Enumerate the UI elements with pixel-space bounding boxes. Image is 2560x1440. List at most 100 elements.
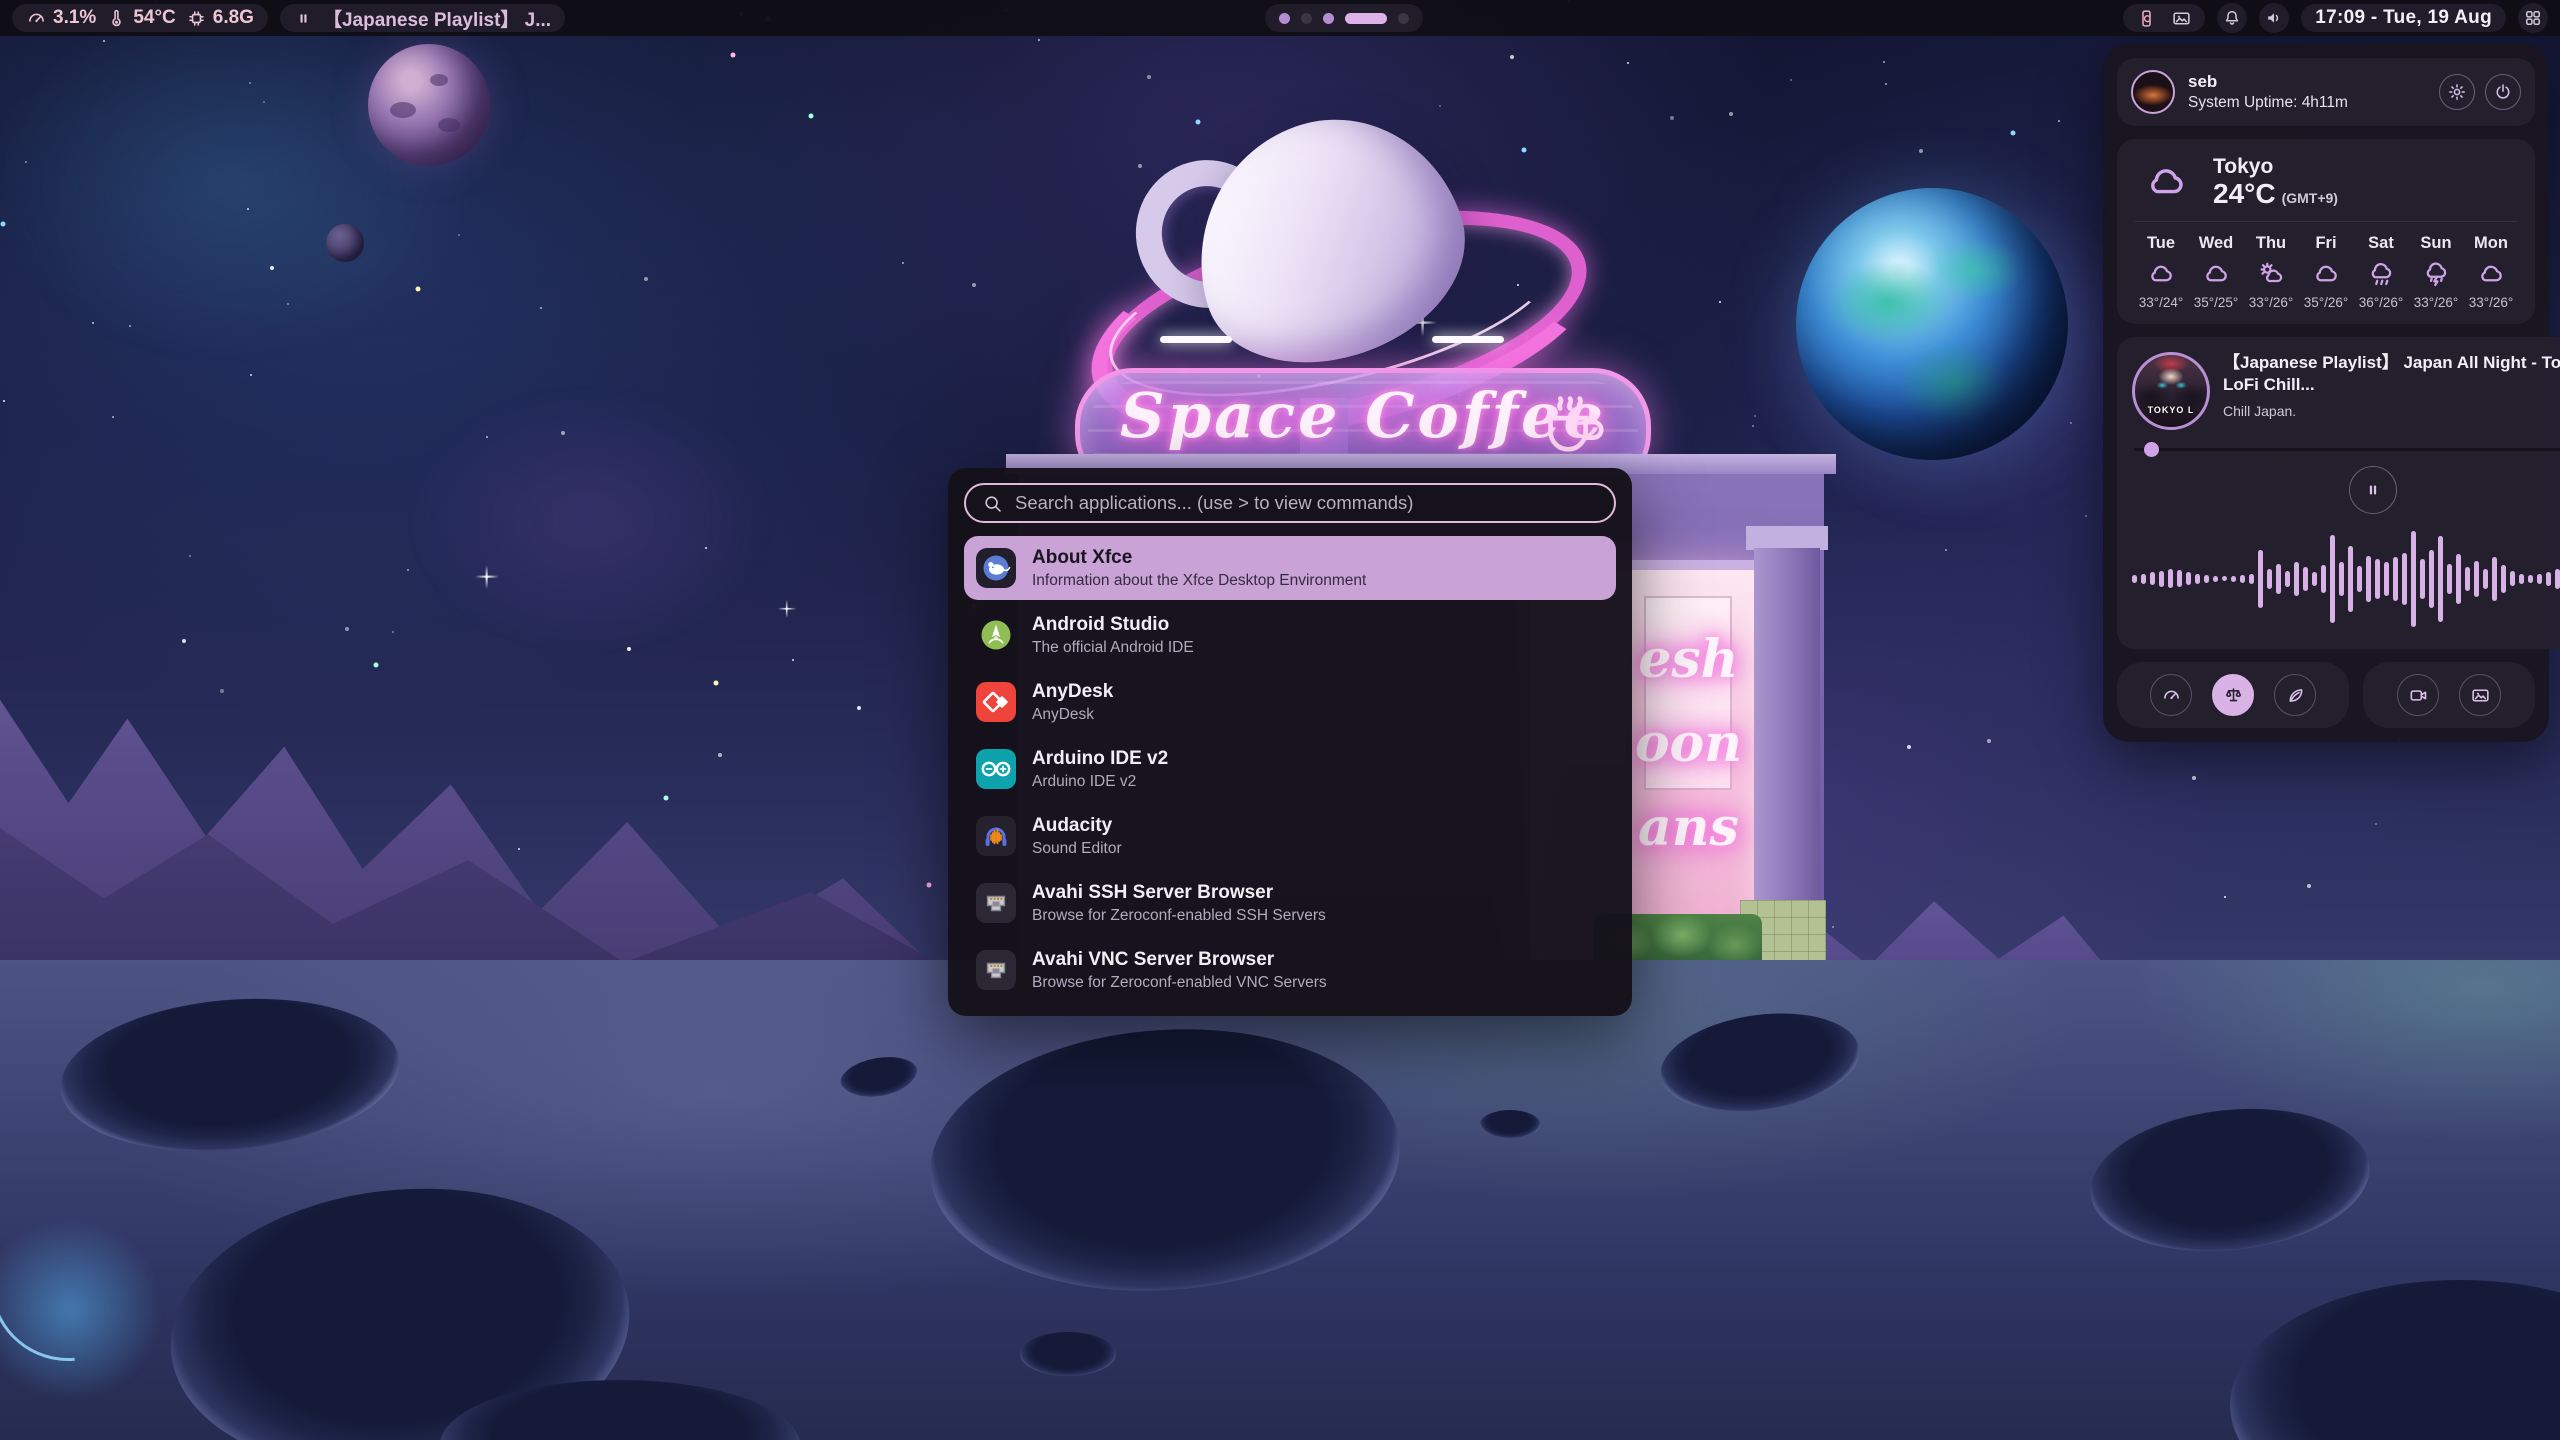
storm-icon [2421,259,2451,289]
workspace-dot-2[interactable] [1301,13,1312,24]
cloud-icon [2201,259,2231,289]
apps-grid-icon [2523,8,2543,28]
forecast-row: Tue33°/24°Wed35°/25°Thu33°/26°Fri35°/26°… [2135,234,2517,310]
track-title: 【Japanese Playlist】 Japan All Night - To… [2223,352,2560,396]
rain-icon [2366,259,2396,289]
seek-thumb[interactable] [2144,442,2159,457]
app-title: About Xfce [1032,546,1366,570]
forecast-day-sun: Sun33°/26° [2410,234,2462,310]
uptime-label: System Uptime: 4h11m [2188,94,2348,112]
launcher-item-0[interactable]: About Xfce Information about the Xfce Des… [964,536,1616,600]
volume-button[interactable] [2259,3,2289,33]
workspace-indicator[interactable] [1265,4,1423,32]
workspace-dot-5[interactable] [1398,13,1409,24]
app-title: Audacity [1032,814,1122,838]
scales-icon [2223,685,2244,706]
stat-speedometer: 3.1% [26,7,96,29]
android-studio-app-icon [974,613,1018,657]
app-subtitle: Browse for Zeroconf-enabled SSH Servers [1032,907,1326,925]
app-subtitle: Information about the Xfce Desktop Envir… [1032,572,1366,590]
seek-bar[interactable] [2132,442,2560,456]
anydesk-app-icon [974,680,1018,724]
media-player-card: TOKYO L 【Japanese Playlist】 Japan All Ni… [2117,337,2560,649]
audacity-app-icon [974,814,1018,858]
tray-pill [2123,4,2205,32]
xfce-app-icon [974,546,1018,590]
app-subtitle: AnyDesk [1032,706,1113,724]
phone-connect-icon[interactable] [2136,8,2157,29]
weather-city: Tokyo [2213,155,2338,179]
gear-button[interactable] [2439,74,2475,110]
workspace-dot-3[interactable] [1323,13,1334,24]
purple-planet [368,44,490,166]
launcher-item-4[interactable]: Audacity Sound Editor [964,804,1616,868]
app-grid-button[interactable] [2518,3,2548,33]
forecast-day-wed: Wed35°/25° [2190,234,2242,310]
avahi-app-icon [974,881,1018,925]
launcher-item-2[interactable]: AnyDesk AnyDesk [964,670,1616,734]
leaf-button[interactable] [2274,674,2316,716]
cloud-icon [2476,259,2506,289]
forecast-day-tue: Tue33°/24° [2135,234,2187,310]
wallpaper-button[interactable] [2459,674,2501,716]
launcher-item-3[interactable]: Arduino IDE v2 Arduino IDE v2 [964,737,1616,801]
volume-icon [2264,8,2284,28]
app-subtitle: Arduino IDE v2 [1032,773,1168,791]
app-subtitle: Sound Editor [1032,840,1122,858]
arduino-app-icon [974,747,1018,791]
search-input[interactable] [1013,491,1598,515]
now-playing-pill[interactable]: 【Japanese Playlist】 J... [280,4,565,32]
top-panel: 3.1%54°C6.8G 【Japanese Playlist】 J... 17… [0,0,2560,36]
camera-icon [2408,685,2429,706]
thermometer-icon [106,8,127,29]
clock-pill[interactable]: 17:09 - Tue, 19 Aug [2301,4,2506,32]
power-profile-switcher [2117,662,2349,728]
launcher-item-1[interactable]: Android StudioThe official Android IDE [964,603,1616,667]
nebula [330,330,850,710]
app-subtitle: The official Android IDE [1032,639,1194,657]
stat-chip: 6.8G [186,7,254,29]
pause-icon [294,9,313,28]
chip-icon [186,8,207,29]
workspace-dot-4[interactable] [1345,13,1387,24]
app-title: Avahi SSH Server Browser [1032,881,1326,905]
roof-light [1432,336,1504,343]
cloud-icon [2135,159,2197,205]
power-icon [2493,82,2513,102]
pause-button[interactable] [2349,466,2397,514]
launcher-item-5[interactable]: Avahi SSH Server Browser Browse for Zeroc… [964,871,1616,935]
avahi-app-icon [974,948,1018,992]
clock: 17:09 - Tue, 19 Aug [2315,7,2492,29]
bell-icon [2222,8,2242,28]
app-launcher: About Xfce Information about the Xfce Des… [948,468,1632,1016]
system-stats-pill[interactable]: 3.1%54°C6.8G [12,4,268,32]
track-subtitle: Chill Japan. [2223,403,2560,419]
partly-sunny-icon [2256,259,2286,289]
small-moon [326,224,364,262]
forecast-day-sat: Sat36°/26° [2355,234,2407,310]
speedometer-icon [2161,685,2182,706]
workspace-dot-1[interactable] [1279,13,1290,24]
audio-visualizer [2132,518,2560,639]
search-icon [982,493,1003,514]
user-card: seb System Uptime: 4h11m [2117,58,2535,126]
app-title: AnyDesk [1032,680,1113,704]
now-playing-label: 【Japanese Playlist】 J... [323,5,551,32]
speedometer-button[interactable] [2150,674,2192,716]
cloud-icon [2311,259,2341,289]
app-title: Arduino IDE v2 [1032,747,1168,771]
weather-temp: 24°C(GMT+9) [2213,179,2338,208]
search-bar[interactable] [964,483,1616,523]
camera-button[interactable] [2397,674,2439,716]
widget-sidebar: seb System Uptime: 4h11m Tokyo 24°C(GMT+… [2103,44,2549,742]
scales-button[interactable] [2212,674,2254,716]
power-button[interactable] [2485,74,2521,110]
weather-card: Tokyo 24°C(GMT+9) Tue33°/24°Wed35°/25°Th… [2117,139,2535,324]
wallpaper-icon[interactable] [2171,8,2192,29]
avatar[interactable] [2131,70,2175,114]
notifications-button[interactable] [2217,3,2247,33]
user-actions [2439,74,2521,110]
launcher-item-6[interactable]: Avahi VNC Server BrowserBrowse for Zeroc… [964,938,1616,1002]
album-art: TOKYO L [2132,352,2210,430]
desktop: Space Coffee eshoonans [0,0,2560,1440]
